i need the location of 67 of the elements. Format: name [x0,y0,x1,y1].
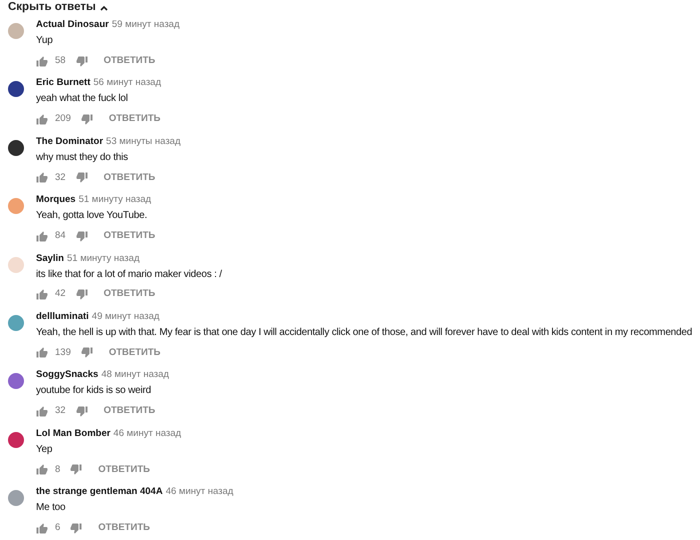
caret-icon [100,5,108,11]
like-count: 6 [55,521,60,535]
thumbs-up-icon [36,114,48,125]
timestamp[interactable]: 48 минут назад [101,369,169,382]
author-name[interactable]: SoggySnacks [36,369,98,382]
author-name[interactable]: dellluminati [36,310,89,323]
thumbs-down-icon [76,289,88,300]
comment-text: Yeah, gotta love YouTube. [36,209,148,224]
thumbs-up-icon [36,289,48,300]
thumbs-up-icon [36,464,48,476]
avatar[interactable] [8,140,24,156]
timestamp[interactable]: 51 минуту назад [67,252,140,265]
thumbs-down-icon [76,56,88,66]
timestamp[interactable]: 51 минуту назад [78,194,152,206]
comment-text: Me too [36,501,66,516]
thumbs-down-icon [70,464,82,476]
thumbs-down-icon [70,522,82,534]
reply-button[interactable]: ОТВЕТИТЬ [98,462,150,477]
comment-text: youtube for kids is so weird [36,384,152,398]
author-name[interactable]: Lol Man Bomber [36,428,110,440]
like-count: 32 [55,404,66,418]
thumbs-down-icon [80,114,93,125]
thumbs-up-icon [36,406,48,417]
author-name[interactable]: Eric Burnett [36,77,90,90]
thumbs-up-icon [36,56,48,66]
comment-text: yeah what the fuck lol [36,92,129,106]
timestamp[interactable]: 46 минут назад [166,486,234,498]
comment-text: its like that for a lot of mario maker videos : / [36,268,222,282]
hide-replies-toggle[interactable]: Скрыть ответы [8,1,108,15]
timestamp[interactable]: 53 минуты назад [106,136,180,148]
thumbs-down-icon [80,347,93,358]
author-name[interactable]: the strange gentleman 404A [36,486,163,498]
timestamp[interactable]: 59 минут назад [112,19,180,31]
comment-text: Yep [36,442,54,457]
author-name[interactable]: Actual Dinosaur [36,19,109,31]
comment-text: why must they do this [36,150,129,165]
author-name[interactable]: The Dominator [36,136,104,148]
author-name[interactable]: Morques [36,194,76,206]
timestamp[interactable]: 49 минут назад [92,310,160,323]
like-count: 84 [55,229,66,244]
reply-button[interactable]: ОТВЕТИТЬ [104,287,156,302]
like-count: 42 [55,287,66,302]
like-count: 209 [55,112,71,126]
reply-button[interactable]: ОТВЕТИТЬ [104,170,156,185]
thumbs-down-icon [76,172,88,184]
reply-button[interactable]: ОТВЕТИТЬ [104,229,156,244]
like-count: 8 [55,462,60,477]
comment-text: Yeah, the hell is up with that. My fear is that one day I will accidentally click one of those, and will forever have to deal with kids content in my recommended [36,326,692,340]
reply-button[interactable]: ОТВЕТИТЬ [108,346,161,360]
reply-button[interactable]: ОТВЕТИТЬ [108,112,161,127]
comment-text: Yup [36,34,54,48]
thumbs-up-icon [36,347,48,358]
reply-button[interactable]: ОТВЕТИТЬ [104,54,156,68]
thumbs-up-icon [36,522,48,534]
thumbs-up-icon [36,230,48,242]
like-count: 58 [55,54,66,68]
timestamp[interactable]: 56 минут назад [93,77,162,90]
like-count: 32 [55,170,66,185]
thumbs-down-icon [76,406,88,417]
author-name[interactable]: Saylin [36,252,64,265]
thumbs-up-icon [36,172,48,184]
reply-button[interactable]: ОТВЕТИТЬ [98,521,150,536]
thumbs-down-icon [76,230,88,242]
timestamp[interactable]: 46 минут назад [113,428,182,440]
like-count: 139 [55,346,71,360]
reply-button[interactable]: ОТВЕТИТЬ [104,404,156,418]
avatar[interactable] [8,81,24,98]
